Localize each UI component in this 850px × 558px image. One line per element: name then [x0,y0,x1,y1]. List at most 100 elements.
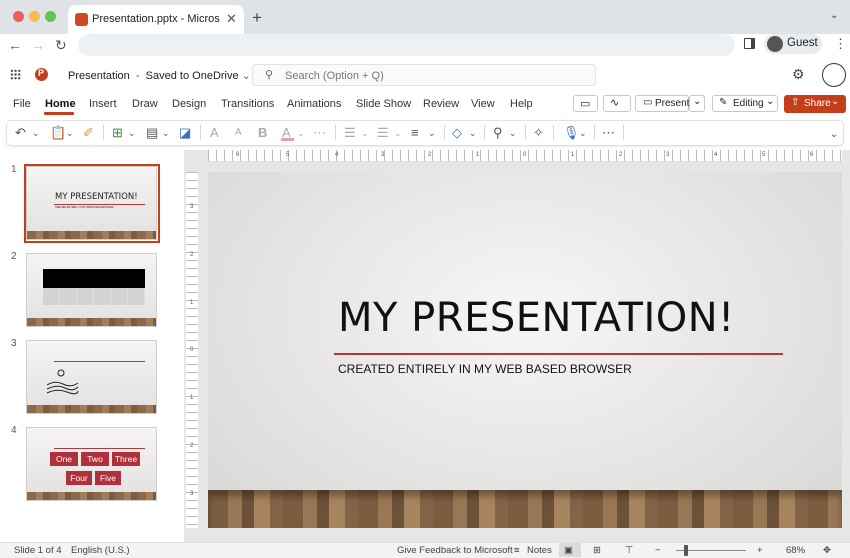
tab-insert[interactable]: Insert [89,98,117,110]
divider [484,125,485,140]
close-window-button[interactable] [13,11,24,22]
close-tab-icon[interactable]: ✕ [226,11,237,27]
find-icon[interactable]: ⚲ [493,125,503,141]
align-icon[interactable]: ≡ [411,125,419,140]
format-painter-icon[interactable]: ✐ [83,125,94,141]
ruler-number: 5 [762,152,766,158]
new-tab-button[interactable]: + [252,8,262,28]
more-font-icon[interactable]: ⋯ [313,125,326,141]
forward-icon[interactable]: → [31,37,45,53]
normal-view-icon[interactable]: ▣ [564,545,573,556]
tab-help[interactable]: Help [510,98,533,110]
expand-ribbon-icon[interactable]: ⌄ [830,129,838,140]
reload-icon[interactable]: ↻ [55,37,67,54]
thumb-floor [27,318,156,326]
notes-button[interactable]: Notes [527,545,552,556]
present-dropdown[interactable]: ⌄ [689,95,705,112]
slide-thumbnail-3[interactable] [26,340,157,414]
paste-icon[interactable]: 📋 [50,125,66,141]
account-avatar[interactable] [822,63,846,87]
layout-icon[interactable]: ▤ [146,125,158,141]
chevron-down-icon[interactable]: ⌄ [32,128,40,139]
more-options-icon[interactable]: ⋯ [602,125,615,141]
ruler-number: 2 [190,252,194,258]
slide-subtitle[interactable]: CREATED ENTIRELY IN MY WEB BASED BROWSER [338,362,632,376]
tab-slide-show[interactable]: Slide Show [356,98,411,110]
slide-sorter-icon[interactable]: ⊞ [593,545,601,556]
maximize-window-button[interactable] [45,11,56,22]
wood-floor-image [208,490,842,528]
format-background-icon[interactable]: ◪ [179,125,191,141]
feedback-link[interactable]: Give Feedback to Microsoft [397,545,513,556]
chevron-down-icon[interactable]: ⌄ [361,128,369,139]
slide-number: 3 [11,338,17,349]
chevron-down-icon[interactable]: ⌄ [394,128,402,139]
chevron-down-icon[interactable]: ⌄ [428,128,436,139]
increase-font-icon[interactable]: A [210,125,219,140]
chevron-down-icon[interactable]: ⌄ [469,128,477,139]
ruler-number: 3 [190,204,194,210]
settings-gear-icon[interactable]: ⚙ [792,66,805,83]
comments-button[interactable]: ▭ [573,95,598,112]
browser-tab[interactable]: Presentation.pptx - Microsoft PowerPoint… [68,5,244,34]
dictate-mic-icon[interactable]: 🎙 [563,125,580,141]
bullets-icon[interactable]: ☰ [344,125,356,141]
language-status[interactable]: English (U.S.) [71,545,130,556]
share-button[interactable]: ⇧ Share ⌄ [784,95,846,113]
ruler-number: 6 [810,152,814,158]
zoom-in-button[interactable]: + [757,545,763,556]
app-launcher-icon[interactable] [10,69,21,80]
back-icon[interactable]: ← [8,37,22,53]
present-button[interactable]: ▭ Present [635,95,689,112]
editing-mode-button[interactable]: ✎ Editing ⌄ [712,95,778,112]
slide-thumbnail-1[interactable]: MY PRESENTATION! CREATED ENTIRELY IN MY … [26,166,157,240]
new-slide-icon[interactable]: ⊞ [112,125,123,141]
reading-view-icon[interactable]: ⊤ [625,545,633,556]
tab-view[interactable]: View [471,98,495,110]
decrease-font-icon[interactable]: A [235,127,242,138]
search-box[interactable]: ⚲ Search (Option + Q) [252,64,596,86]
browser-menu-icon[interactable]: ⋮ [834,36,847,52]
tab-transitions[interactable]: Transitions [221,98,274,110]
word-box: Two [81,452,109,466]
tab-review[interactable]: Review [423,98,459,110]
chevron-down-icon[interactable]: ⌄ [509,128,517,139]
tab-animations[interactable]: Animations [287,98,341,110]
shapes-icon[interactable]: ◇ [452,125,462,141]
document-title[interactable]: Presentation - Saved to OneDrive ⌄ [68,69,251,82]
slide-title[interactable]: MY PRESENTATION! [338,295,735,341]
tab-design[interactable]: Design [172,98,206,110]
tab-search-icon[interactable]: ⌄ [830,10,838,21]
undo-icon[interactable]: ↶ [15,125,26,141]
slide-thumbnail-4[interactable]: One Two Three Four Five [26,427,157,501]
chevron-down-icon[interactable]: ⌄ [579,128,587,139]
present-label: Present [655,98,690,109]
zoom-level[interactable]: 68% [786,545,805,556]
zoom-slider-thumb[interactable] [684,545,688,556]
slide-thumbnail-2[interactable] [26,253,157,327]
chevron-down-icon[interactable]: ⌄ [162,128,170,139]
side-panel-icon[interactable] [744,38,755,49]
notes-icon[interactable]: ≡ [514,545,520,556]
omnibox[interactable] [78,34,735,56]
search-placeholder: Search (Option + Q) [285,70,384,82]
chevron-down-icon[interactable]: ⌄ [128,128,136,139]
fit-to-window-icon[interactable]: ✥ [823,545,831,556]
title-rule [334,353,783,355]
powerpoint-logo[interactable]: P [35,68,48,81]
ruler-number: 6 [236,152,240,158]
designer-wand-icon[interactable]: ✧ [533,125,544,141]
zoom-out-button[interactable]: − [655,545,661,556]
chevron-down-icon[interactable]: ⌄ [66,128,74,139]
tab-home[interactable]: Home [45,98,76,110]
profile-button[interactable]: Guest [764,34,822,54]
numbering-icon[interactable]: ☰ [377,125,389,141]
divider [200,125,201,140]
catch-up-button[interactable]: ∿ [603,95,631,112]
minimize-window-button[interactable] [29,11,40,22]
current-slide[interactable]: MY PRESENTATION! CREATED ENTIRELY IN MY … [208,172,842,528]
chevron-down-icon[interactable]: ⌄ [297,128,305,139]
bold-icon[interactable]: B [258,125,267,140]
tab-file[interactable]: File [13,98,31,110]
tab-draw[interactable]: Draw [132,98,158,110]
